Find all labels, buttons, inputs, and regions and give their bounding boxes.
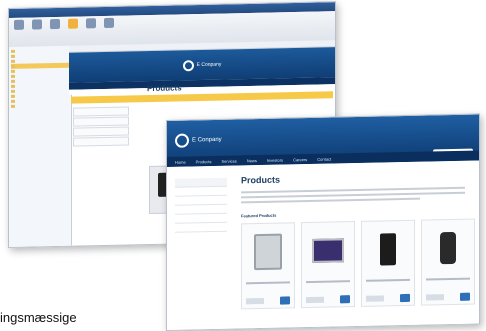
- company-logo[interactable]: E Conpany: [175, 133, 222, 148]
- product-grid: [241, 219, 475, 310]
- publish-icon: [50, 19, 60, 29]
- featured-heading: Featured Products: [241, 213, 276, 219]
- ribbon-button[interactable]: [84, 18, 98, 29]
- nav-item[interactable]: Contact: [317, 156, 331, 161]
- folder-icon: [11, 70, 15, 73]
- laptop-image: [312, 238, 344, 263]
- price-tag: [366, 295, 384, 301]
- product-caption: [366, 279, 410, 282]
- product-card[interactable]: [241, 222, 295, 309]
- add-to-cart-button[interactable]: [460, 293, 470, 301]
- nav-item[interactable]: Investors: [267, 157, 283, 162]
- page-title: Products: [147, 83, 182, 93]
- folder-icon: [11, 85, 15, 88]
- save-icon: [32, 19, 42, 29]
- price-tag: [426, 294, 444, 300]
- ribbon-button[interactable]: [48, 19, 62, 30]
- nav-item[interactable]: Careers: [293, 157, 307, 162]
- nav-item[interactable]: News: [247, 158, 257, 163]
- folder-icon: [11, 80, 15, 83]
- nav-item[interactable]: Services: [221, 158, 236, 163]
- product-caption: [306, 280, 350, 283]
- folder-icon: [11, 90, 15, 93]
- menu-item[interactable]: [73, 106, 129, 116]
- product-card[interactable]: [421, 219, 475, 306]
- preview-icon: [86, 18, 96, 28]
- ribbon-button[interactable]: [30, 19, 44, 30]
- intro-text: [241, 187, 465, 207]
- price-tag: [306, 297, 324, 303]
- phone-image: [440, 232, 456, 264]
- website-window: E Conpany Home Products Services News In…: [166, 113, 480, 331]
- menu-item[interactable]: [73, 126, 129, 136]
- nav-item[interactable]: Home: [175, 159, 186, 164]
- logo-ring-icon: [183, 60, 194, 71]
- page-body: Products Featured Products: [167, 160, 479, 330]
- left-menu: [73, 106, 129, 147]
- tree-node[interactable]: [11, 103, 69, 109]
- folder-icon: [11, 65, 15, 68]
- left-menu: [175, 178, 227, 233]
- settings-icon: [104, 18, 114, 28]
- folder-icon: [11, 60, 15, 63]
- caption-text: ingsmæssige: [0, 310, 77, 325]
- folder-icon: [11, 105, 15, 108]
- content-tree: [9, 46, 72, 247]
- folder-icon: [11, 95, 15, 98]
- product-caption: [246, 281, 290, 284]
- product-caption: [426, 278, 470, 281]
- price-tag: [246, 298, 264, 304]
- add-to-cart-button[interactable]: [280, 296, 290, 304]
- edit-icon: [14, 20, 24, 30]
- menu-item[interactable]: [73, 136, 129, 146]
- site-header: E Conpany Home Products Services News In…: [167, 114, 479, 167]
- folder-icon: [11, 100, 15, 103]
- tablet-image: [254, 234, 282, 271]
- add-to-cart-button[interactable]: [400, 294, 410, 302]
- add-to-cart-button[interactable]: [340, 295, 350, 303]
- product-card[interactable]: [301, 221, 355, 308]
- folder-icon: [11, 55, 15, 58]
- logo-ring-icon: [175, 134, 189, 148]
- product-card[interactable]: [361, 220, 415, 307]
- ribbon-button-highlighted[interactable]: [66, 18, 80, 29]
- ribbon-button[interactable]: [12, 20, 26, 31]
- page-icon: [68, 19, 78, 29]
- phone-image: [380, 233, 396, 265]
- menu-item[interactable]: [175, 223, 227, 233]
- ribbon-button[interactable]: [102, 18, 116, 29]
- company-logo[interactable]: E Conpany: [183, 59, 222, 71]
- page-title: Products: [241, 175, 280, 186]
- menu-item[interactable]: [73, 116, 129, 126]
- folder-icon: [11, 75, 15, 78]
- folder-icon: [11, 50, 15, 53]
- nav-item[interactable]: Products: [196, 159, 212, 164]
